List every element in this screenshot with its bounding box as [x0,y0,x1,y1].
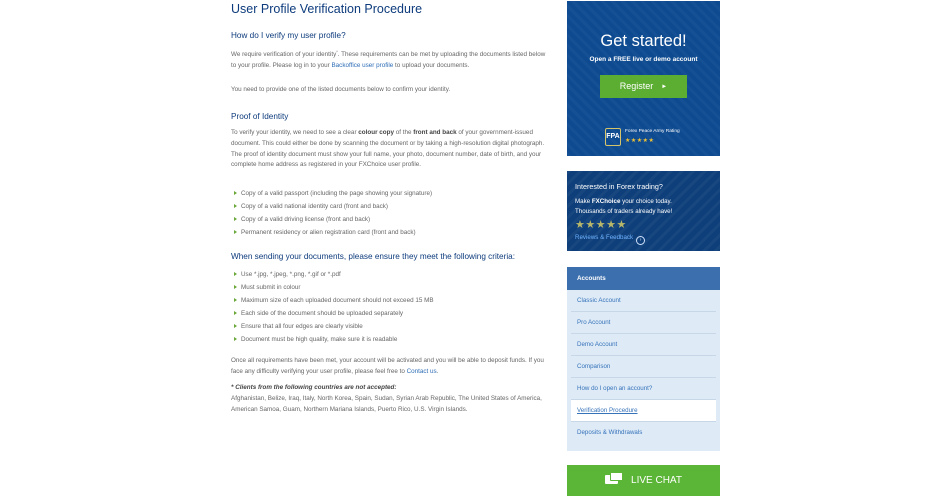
list-item: Copy of a valid national identity card (… [231,200,551,213]
document-list: Copy of a valid passport (including the … [231,187,551,239]
reviews-question: Interested in Forex trading? [575,182,663,191]
menu-item-comparison[interactable]: Comparison [571,356,716,378]
fpa-stars-icon: ★★★★★ [625,138,655,144]
register-button[interactable]: Register ► [600,75,687,98]
stars-icon: ★★★★★ [575,219,627,231]
intro-text-3: to upload your documents. [393,61,470,69]
list-item: Must submit in colour [231,281,551,294]
live-chat-button[interactable]: LIVE CHAT [567,465,720,496]
menu-item-verification[interactable]: Verification Procedure [571,400,716,422]
activation-period: . [436,367,439,375]
get-started-banner: Get started! Open a FREE live or demo ac… [567,1,720,156]
accounts-menu: Accounts Classic Account Pro Account Dem… [567,267,720,451]
list-item: Document must be high quality, make sure… [231,333,551,346]
reviews-feedback-link[interactable]: Reviews & Feedback › [575,234,646,245]
activation-text: Once all requirements have been met, you… [231,357,544,375]
reviews-text-1: Make [575,198,592,205]
menu-item-demo-account[interactable]: Demo Account [571,334,716,356]
list-item: Ensure that all four edges are clearly v… [231,320,551,333]
menu-item-deposits[interactable]: Deposits & Withdrawals [571,422,716,444]
reviews-banner[interactable]: Interested in Forex trading? Make FXChoi… [567,171,720,251]
proof-paragraph: To verify your identity, we need to see … [231,128,551,171]
proof-bold-2: front and back [413,129,457,136]
promo-title: Get started! [600,32,687,50]
fpa-rating-badge: FPA Forex Peace Army Rating ★★★★★ [605,127,685,147]
list-item: Use *.jpg, *.jpeg, *.png, *.gif or *.pdf [231,268,551,281]
list-item: Copy of a valid passport (including the … [231,187,551,200]
fpa-rating-text: Forex Peace Army Rating [625,129,680,134]
criteria-list: Use *.jpg, *.jpeg, *.png, *.gif or *.pdf… [231,268,551,346]
reviews-text: Make FXChoice your choice today. Thousan… [575,197,715,217]
brand-name: FXChoice [591,198,621,205]
list-item: Copy of a valid driving license (front a… [231,213,551,226]
live-chat-label: LIVE CHAT [631,475,682,486]
menu-item-pro-account[interactable]: Pro Account [571,312,716,334]
fpa-logo-icon: FPA [605,128,621,146]
chevron-right-icon: › [636,236,646,245]
list-item: Each side of the document should be uplo… [231,307,551,320]
countries-list: Afghanistan, Belize, Iraq, Italy, North … [231,395,542,413]
proof-text-2: of the [393,129,414,136]
intro-paragraph: We require verification of your identity… [231,47,551,72]
activation-paragraph: Once all requirements have been met, you… [231,356,551,378]
reviews-text-3: Thousands of traders already have! [575,208,673,215]
faq-heading: How do I verify my user profile? [231,31,346,40]
list-item: Permanent residency or alien registratio… [231,226,551,239]
menu-item-open-account[interactable]: How do I open an account? [571,378,716,400]
proof-bold-1: colour copy [358,129,394,136]
page-title: User Profile Verification Procedure [231,2,423,16]
chat-bubbles-icon [605,472,624,486]
promo-subtitle: Open a FREE live or demo account [589,56,698,63]
arrow-right-icon: ► [661,84,668,90]
reviews-link-label: Reviews & Feedback [575,234,634,241]
countries-heading: * Clients from the following countries a… [231,384,397,391]
proof-heading: Proof of Identity [231,112,289,121]
contact-us-link[interactable]: Contact us [407,368,437,375]
intro-text-1: We require verification of your identity [231,51,337,59]
provide-paragraph: You need to provide one of the listed do… [231,86,451,93]
proof-text-1: To verify your identity, we need to see … [231,129,359,136]
register-label: Register [619,81,654,91]
menu-heading: Accounts [567,267,720,290]
criteria-heading: When sending your documents, please ensu… [231,252,515,261]
backoffice-link[interactable]: Backoffice user profile [331,62,393,69]
menu-item-classic-account[interactable]: Classic Account [571,290,716,312]
list-item: Maximum size of each uploaded document s… [231,294,551,307]
reviews-text-2: your choice today. [620,198,672,205]
